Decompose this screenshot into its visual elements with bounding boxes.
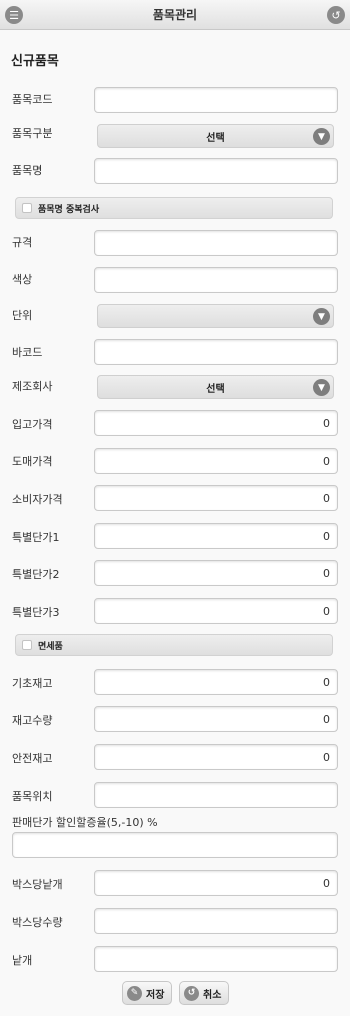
piece-label: 낱개	[12, 954, 33, 967]
safety-stock-input[interactable]	[94, 744, 338, 770]
duplicate-check-label: 품목명 중복검사	[38, 204, 100, 215]
page-title: 품목관리	[152, 8, 198, 22]
special-price3-label: 특별단가3	[12, 606, 60, 619]
back-arrow-icon: ↺	[184, 985, 199, 1001]
spec-input[interactable]	[94, 230, 338, 256]
special-price2-label: 특별단가2	[12, 568, 60, 581]
barcode-input[interactable]	[94, 339, 338, 365]
section-title: 신규품목	[11, 54, 59, 69]
stock-qty-label: 재고수량	[12, 714, 53, 727]
special-price3-input[interactable]	[94, 598, 338, 624]
manufacturer-value: 선택	[206, 383, 225, 395]
pieces-per-box-input[interactable]	[94, 870, 338, 896]
menu-icon[interactable]: ☰	[5, 6, 23, 24]
safety-stock-label: 안전재고	[12, 752, 53, 765]
location-label: 품목위치	[12, 790, 53, 803]
barcode-label: 바코드	[12, 346, 43, 359]
item-code-input[interactable]	[94, 87, 338, 113]
item-category-label: 품목구분	[12, 127, 53, 140]
cancel-button-label: 취소	[203, 989, 222, 1001]
chevron-down-icon: ▼	[313, 379, 330, 396]
qty-per-box-input[interactable]	[94, 908, 338, 934]
item-name-label: 품목명	[12, 164, 43, 177]
stock-qty-input[interactable]	[94, 706, 338, 732]
header-bar: ☰ 품목관리 ↺	[0, 0, 350, 30]
discount-rate-input[interactable]	[12, 832, 338, 858]
item-name-input[interactable]	[94, 158, 338, 184]
pieces-per-box-label: 박스당낱개	[12, 878, 63, 891]
spec-label: 규격	[12, 236, 33, 249]
item-category-value: 선택	[206, 132, 225, 144]
chevron-down-icon: ▼	[313, 128, 330, 145]
discount-rate-label: 판매단가 할인할증율(5,-10) %	[12, 816, 158, 829]
duplicate-check-toggle[interactable]: 품목명 중복검사	[15, 197, 333, 219]
special-price2-input[interactable]	[94, 560, 338, 586]
manufacturer-select[interactable]: 선택 ▼	[97, 375, 334, 399]
save-button-label: 저장	[146, 989, 165, 1001]
pencil-icon: ✎	[127, 985, 142, 1001]
base-stock-label: 기초재고	[12, 677, 53, 690]
retail-price-input[interactable]	[94, 485, 338, 511]
special-price1-label: 특별단가1	[12, 531, 60, 544]
checkbox-icon	[22, 203, 32, 213]
wholesale-price-label: 도매가격	[12, 455, 53, 468]
item-code-label: 품목코드	[12, 93, 53, 106]
color-input[interactable]	[94, 267, 338, 293]
save-button[interactable]: ✎ 저장	[122, 981, 173, 1005]
unit-select[interactable]: ▼	[97, 304, 334, 328]
location-input[interactable]	[94, 782, 338, 808]
cancel-button[interactable]: ↺ 취소	[179, 981, 230, 1005]
item-category-select[interactable]: 선택 ▼	[97, 124, 334, 148]
tax-free-label: 면세품	[38, 641, 63, 652]
base-stock-input[interactable]	[94, 669, 338, 695]
qty-per-box-label: 박스당수량	[12, 916, 63, 929]
piece-input[interactable]	[94, 946, 338, 972]
unit-label: 단위	[12, 309, 33, 322]
purchase-price-input[interactable]	[94, 410, 338, 436]
tax-free-toggle[interactable]: 면세품	[15, 634, 333, 656]
special-price1-input[interactable]	[94, 523, 338, 549]
retail-price-label: 소비자가격	[12, 493, 63, 506]
purchase-price-label: 입고가격	[12, 418, 53, 431]
checkbox-icon	[22, 640, 32, 650]
manufacturer-label: 제조회사	[12, 380, 53, 393]
color-label: 색상	[12, 273, 33, 286]
chevron-down-icon: ▼	[313, 308, 330, 325]
back-icon[interactable]: ↺	[327, 6, 345, 24]
wholesale-price-input[interactable]	[94, 448, 338, 474]
